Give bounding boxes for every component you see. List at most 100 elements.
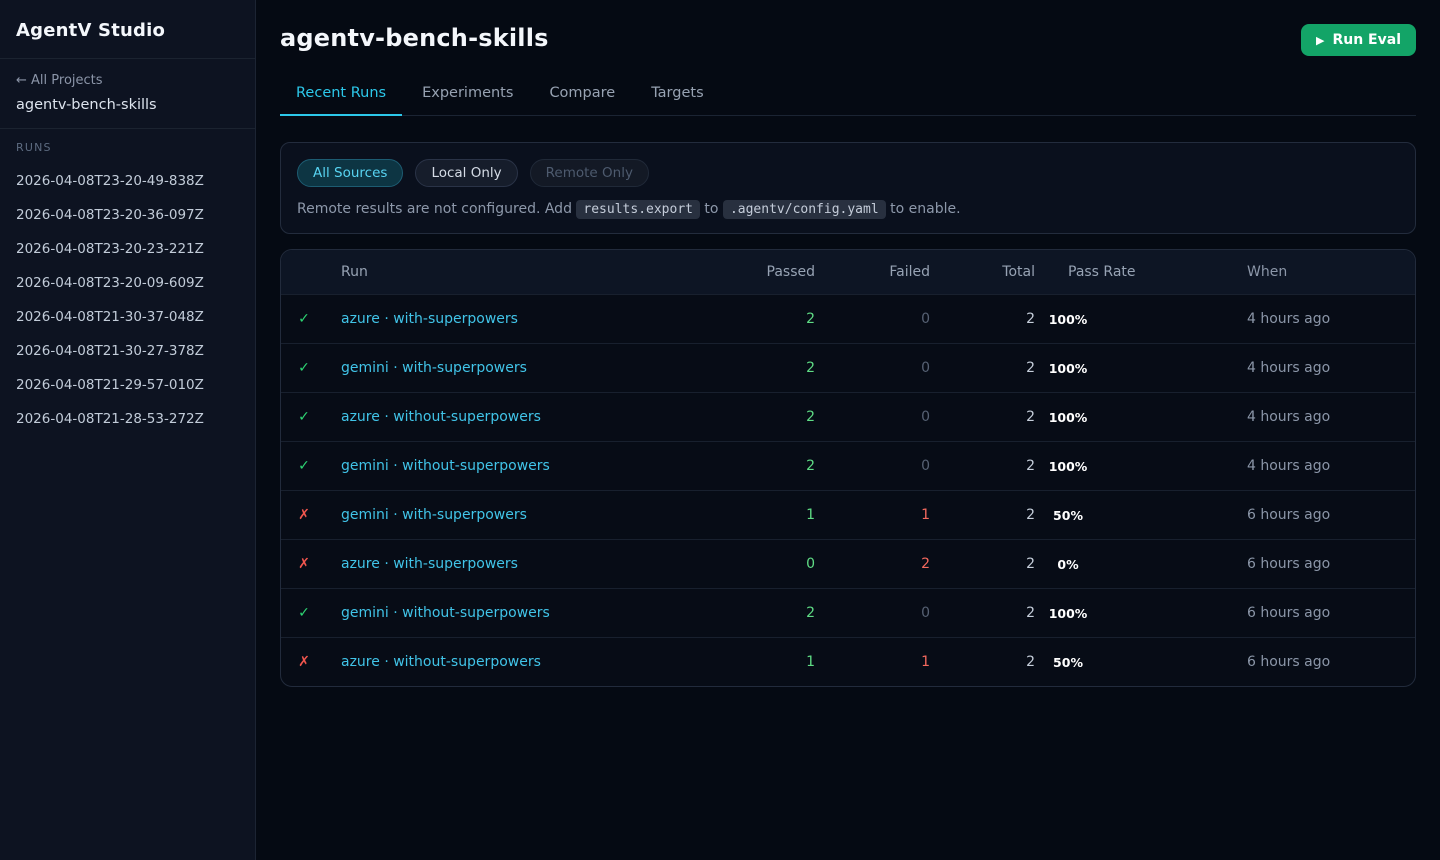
run-when: 6 hours ago [1235, 605, 1415, 621]
sidebar-project-name: agentv-bench-skills [16, 97, 239, 113]
table-row: ✓ gemini · without-superpowers 2 0 2 100… [281, 588, 1415, 637]
col-passed: Passed [705, 264, 815, 280]
sidebar-nav: ← All Projects agentv-bench-skills [0, 59, 255, 129]
failed-count: 0 [815, 311, 930, 327]
total-count: 2 [930, 409, 1035, 425]
col-failed: Failed [815, 264, 930, 280]
run-link[interactable]: azure · without-superpowers [341, 654, 541, 670]
remote-config-note: Remote results are not configured. Add r… [297, 201, 1399, 217]
table-body: ✓ azure · with-superpowers 2 0 2 100% 4 … [281, 294, 1415, 686]
total-count: 2 [930, 360, 1035, 376]
tab-experiments[interactable]: Experiments [406, 77, 529, 116]
total-count: 2 [930, 507, 1035, 523]
sidebar-run-item[interactable]: 2026-04-08T23-20-09-609Z [16, 266, 239, 300]
col-run: Run [327, 264, 705, 280]
passed-count: 0 [705, 556, 815, 572]
sidebar-runs-section: RUNS 2026-04-08T23-20-49-838Z2026-04-08T… [0, 129, 255, 448]
tab-bar: Recent RunsExperimentsCompareTargets [280, 77, 1416, 116]
back-to-all-projects-link[interactable]: ← All Projects [16, 73, 239, 88]
run-eval-button[interactable]: ▶ Run Eval [1301, 24, 1416, 56]
run-link[interactable]: azure · without-superpowers [341, 409, 541, 425]
sidebar-run-item[interactable]: 2026-04-08T21-28-53-272Z [16, 402, 239, 436]
run-link[interactable]: gemini · with-superpowers [341, 360, 527, 376]
passed-count: 2 [705, 311, 815, 327]
col-total: Total [930, 264, 1035, 280]
table-row: ✓ gemini · with-superpowers 2 0 2 100% 4… [281, 343, 1415, 392]
runs-heading: RUNS [16, 141, 239, 154]
run-when: 4 hours ago [1235, 311, 1415, 327]
tab-recent-runs[interactable]: Recent Runs [280, 77, 402, 116]
sidebar-run-item[interactable]: 2026-04-08T21-30-37-048Z [16, 300, 239, 334]
play-icon: ▶ [1316, 35, 1324, 46]
passed-count: 1 [705, 654, 815, 670]
run-when: 4 hours ago [1235, 409, 1415, 425]
run-status-icon: ✓ [281, 605, 327, 621]
main-content: agentv-bench-skills ▶ Run Eval Recent Ru… [256, 0, 1440, 860]
chip-all-sources[interactable]: All Sources [297, 159, 403, 187]
sidebar-run-item[interactable]: 2026-04-08T21-29-57-010Z [16, 368, 239, 402]
note-prefix: Remote results are not configured. Add [297, 201, 576, 217]
table-row: ✗ azure · without-superpowers 1 1 2 50% … [281, 637, 1415, 686]
runs-table: Run Passed Failed Total Pass Rate When ✓… [280, 249, 1416, 687]
code-results-export: results.export [576, 200, 700, 219]
failed-count: 1 [815, 654, 930, 670]
total-count: 2 [930, 556, 1035, 572]
note-middle: to [700, 201, 723, 217]
app-title: AgentV Studio [16, 20, 239, 41]
run-link[interactable]: azure · with-superpowers [341, 556, 518, 572]
sidebar-run-item[interactable]: 2026-04-08T23-20-23-221Z [16, 232, 239, 266]
failed-count: 2 [815, 556, 930, 572]
run-when: 6 hours ago [1235, 556, 1415, 572]
run-status-icon: ✗ [281, 654, 327, 670]
total-count: 2 [930, 458, 1035, 474]
passed-count: 2 [705, 605, 815, 621]
total-count: 2 [930, 654, 1035, 670]
passed-count: 1 [705, 507, 815, 523]
source-filter-card: All Sources Local Only Remote Only Remote … [280, 142, 1416, 234]
run-link[interactable]: gemini · with-superpowers [341, 507, 527, 523]
failed-count: 0 [815, 605, 930, 621]
run-status-icon: ✗ [281, 556, 327, 572]
failed-count: 0 [815, 458, 930, 474]
total-count: 2 [930, 311, 1035, 327]
run-status-icon: ✓ [281, 458, 327, 474]
tab-compare[interactable]: Compare [533, 77, 631, 116]
sidebar: AgentV Studio ← All Projects agentv-benc… [0, 0, 256, 860]
run-when: 4 hours ago [1235, 360, 1415, 376]
sidebar-run-item[interactable]: 2026-04-08T23-20-36-097Z [16, 198, 239, 232]
passed-count: 2 [705, 409, 815, 425]
run-when: 6 hours ago [1235, 507, 1415, 523]
col-when: When [1235, 264, 1415, 280]
page-title: agentv-bench-skills [280, 24, 549, 52]
run-link[interactable]: gemini · without-superpowers [341, 605, 550, 621]
failed-count: 0 [815, 360, 930, 376]
passed-count: 2 [705, 360, 815, 376]
table-row: ✓ azure · with-superpowers 2 0 2 100% 4 … [281, 294, 1415, 343]
run-when: 6 hours ago [1235, 654, 1415, 670]
chip-local-only[interactable]: Local Only [415, 159, 517, 187]
run-status-icon: ✗ [281, 507, 327, 523]
runs-list: 2026-04-08T23-20-49-838Z2026-04-08T23-20… [16, 164, 239, 436]
failed-count: 1 [815, 507, 930, 523]
run-status-icon: ✓ [281, 409, 327, 425]
run-status-icon: ✓ [281, 360, 327, 376]
run-eval-label: Run Eval [1332, 32, 1401, 48]
table-row: ✓ azure · without-superpowers 2 0 2 100%… [281, 392, 1415, 441]
run-link[interactable]: azure · with-superpowers [341, 311, 518, 327]
table-row: ✓ gemini · without-superpowers 2 0 2 100… [281, 441, 1415, 490]
failed-count: 0 [815, 409, 930, 425]
run-link[interactable]: gemini · without-superpowers [341, 458, 550, 474]
sidebar-run-item[interactable]: 2026-04-08T21-30-27-378Z [16, 334, 239, 368]
passed-count: 2 [705, 458, 815, 474]
col-pass-rate: Pass Rate [1035, 264, 1235, 280]
sidebar-run-item[interactable]: 2026-04-08T23-20-49-838Z [16, 164, 239, 198]
table-row: ✗ gemini · with-superpowers 1 1 2 50% 6 … [281, 490, 1415, 539]
sidebar-header: AgentV Studio [0, 0, 255, 59]
tab-targets[interactable]: Targets [635, 77, 719, 116]
chip-remote-only[interactable]: Remote Only [530, 159, 649, 187]
run-when: 4 hours ago [1235, 458, 1415, 474]
code-config-yaml: .agentv/config.yaml [723, 200, 886, 219]
table-header-row: Run Passed Failed Total Pass Rate When [281, 250, 1415, 294]
main-header: agentv-bench-skills ▶ Run Eval [280, 0, 1416, 56]
total-count: 2 [930, 605, 1035, 621]
